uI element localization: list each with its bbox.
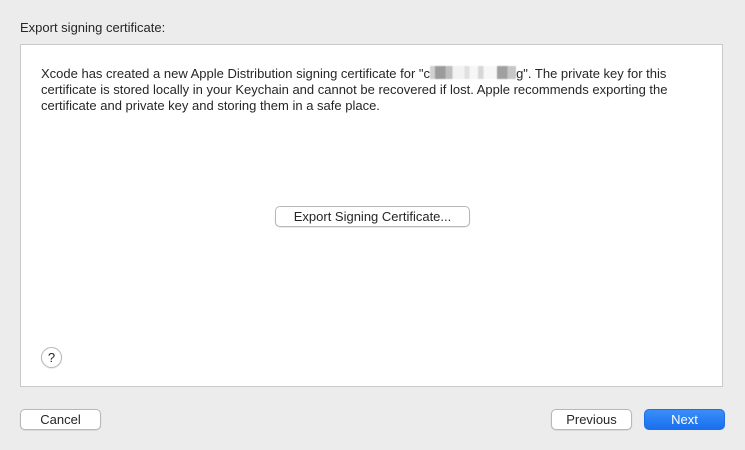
next-button[interactable]: Next <box>644 409 725 430</box>
content-panel: Xcode has created a new Apple Distributi… <box>20 44 723 387</box>
export-signing-certificate-button[interactable]: Export Signing Certificate... <box>275 206 470 227</box>
redacted-team-name <box>430 66 517 79</box>
previous-button[interactable]: Previous <box>551 409 632 430</box>
cancel-button[interactable]: Cancel <box>20 409 101 430</box>
info-message: Xcode has created a new Apple Distributi… <box>41 66 711 114</box>
message-text-start: Xcode has created a new Apple Distributi… <box>41 66 431 81</box>
section-label: Export signing certificate: <box>20 20 166 35</box>
help-button[interactable]: ? <box>41 347 62 368</box>
export-certificate-sheet: Export signing certificate: Xcode has cr… <box>0 0 745 450</box>
